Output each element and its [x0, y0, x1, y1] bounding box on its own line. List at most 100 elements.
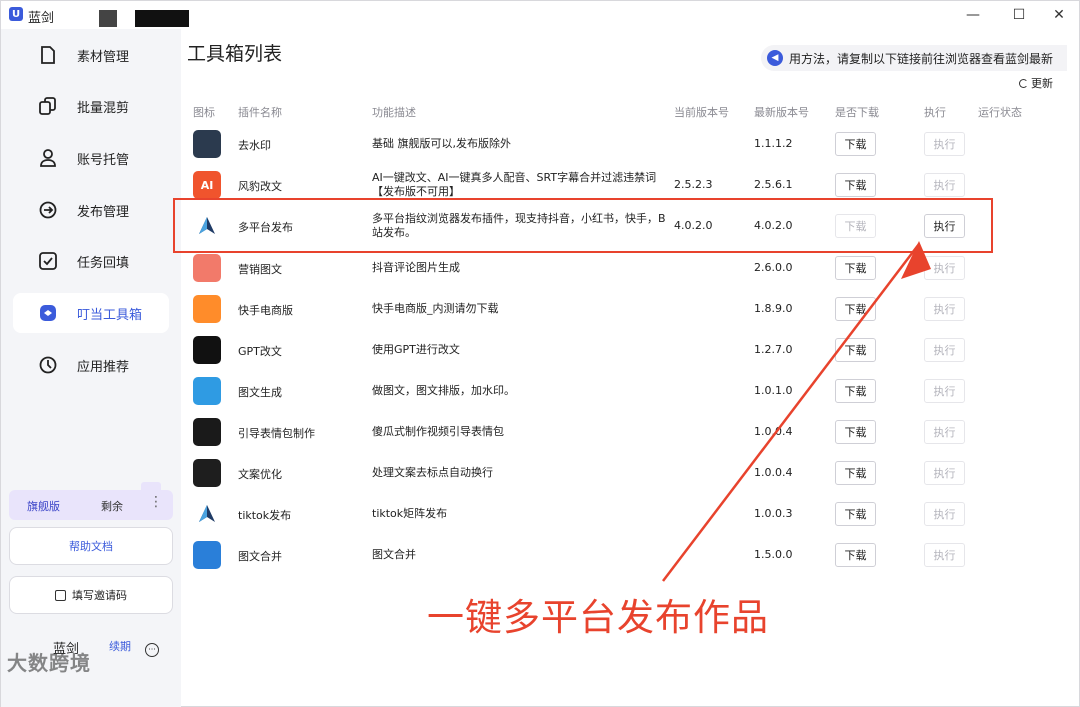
- download-button[interactable]: 下载: [835, 461, 876, 485]
- run-button[interactable]: 执行: [924, 543, 965, 567]
- user-more-button[interactable]: ···: [145, 643, 159, 657]
- sidebar-item-app-recommend[interactable]: 应用推荐: [13, 345, 169, 385]
- sidebar-item-label: 批量混剪: [77, 100, 130, 116]
- sidebar-item-label: 账号托管: [77, 152, 130, 168]
- plugin-name: 图文生成: [238, 386, 282, 399]
- download-button[interactable]: 下载: [835, 256, 876, 280]
- current-version: 2.5.2.3: [674, 178, 713, 191]
- column-header: 当前版本号: [674, 106, 729, 119]
- run-button[interactable]: 执行: [924, 461, 965, 485]
- download-button[interactable]: 下载: [835, 173, 876, 197]
- invite-code-button[interactable]: 填写邀请码: [9, 576, 173, 614]
- file-icon: [39, 46, 57, 64]
- table-row: 图文合并 图文合并 1.5.0.0 下载 执行: [187, 535, 1067, 576]
- sidebar-item-material[interactable]: 素材管理: [13, 35, 169, 75]
- refresh-button[interactable]: 更新: [1019, 75, 1053, 91]
- run-button[interactable]: 执行: [924, 420, 965, 444]
- maximize-button[interactable]: ☐: [1007, 5, 1031, 25]
- plan-bar: 旗舰版 剩余 ⋮: [9, 482, 173, 520]
- latest-version: 1.2.7.0: [754, 343, 793, 356]
- download-button[interactable]: 下载: [835, 543, 876, 567]
- table-row: 图文生成 做图文，图文排版，加水印。 1.0.1.0 下载 执行: [187, 371, 1067, 412]
- sidebar-item-label: 应用推荐: [77, 359, 130, 375]
- notice-banner: ◀ 用方法，请复制以下链接前往浏览器查看蓝剑最新: [761, 45, 1067, 71]
- sidebar-item-label: 叮当工具箱: [77, 307, 143, 323]
- latest-version: 2.6.0.0: [754, 261, 793, 274]
- plugin-description: 快手电商版_内测请勿下载: [372, 302, 499, 315]
- plugin-name: 图文合并: [238, 550, 282, 563]
- latest-version: 1.1.1.2: [754, 137, 793, 150]
- kuaishou-icon: [193, 295, 221, 323]
- download-button[interactable]: 下载: [835, 502, 876, 526]
- publish-icon: [39, 201, 57, 219]
- watermark-remove-icon: [193, 130, 221, 158]
- column-header: 最新版本号: [754, 106, 809, 119]
- download-button[interactable]: 下载: [835, 338, 876, 362]
- sidebar-item-task-backfill[interactable]: 任务回填: [13, 241, 169, 281]
- latest-version: 1.0.0.3: [754, 507, 793, 520]
- download-button[interactable]: 下载: [835, 379, 876, 403]
- plan-more-button[interactable]: ⋮: [149, 494, 163, 510]
- column-header: 是否下载: [835, 106, 879, 119]
- run-button[interactable]: 执行: [924, 379, 965, 403]
- column-header: 执行: [924, 106, 946, 119]
- sidebar-item-toolbox[interactable]: 叮当工具箱: [13, 293, 169, 333]
- ai-icon: AI: [193, 171, 221, 199]
- sidebar-item-accounts[interactable]: 账号托管: [13, 138, 169, 178]
- run-button[interactable]: 执行: [924, 132, 965, 156]
- table-row: 去水印 基础 旗舰版可以,发布版除外 1.1.1.2 下载 执行: [187, 124, 1067, 165]
- download-button[interactable]: 下载: [835, 132, 876, 156]
- watermark: 大数跨境: [7, 651, 91, 675]
- plugin-description: 使用GPT进行改文: [372, 343, 460, 356]
- sidebar-item-label: 任务回填: [77, 255, 130, 271]
- run-button[interactable]: 执行: [924, 173, 965, 197]
- latest-version: 2.5.6.1: [754, 178, 793, 191]
- page-title: 工具箱列表: [187, 43, 283, 65]
- annotation-text: 一键多平台发布作品: [427, 596, 769, 639]
- plugin-name: 引导表情包制作: [238, 427, 315, 440]
- refresh-icon: [1019, 78, 1028, 88]
- title-bar: U 蓝剑 — ☐ ✕: [1, 1, 1080, 29]
- plugin-description: 处理文案去标点自动换行: [372, 466, 493, 479]
- latest-version: 1.0.1.0: [754, 384, 793, 397]
- download-button[interactable]: 下载: [835, 420, 876, 444]
- download-button[interactable]: 下载: [835, 297, 876, 321]
- plugin-name: 去水印: [238, 139, 271, 152]
- send-icon: [193, 500, 221, 528]
- column-header: 运行状态: [978, 106, 1022, 119]
- run-button[interactable]: 执行: [924, 338, 965, 362]
- renew-link[interactable]: 续期: [109, 638, 131, 654]
- redacted-block: [135, 10, 189, 27]
- latest-version: 1.0.0.4: [754, 425, 793, 438]
- table-row: 营销图文 抖音评论图片生成 2.6.0.0 下载 执行: [187, 248, 1067, 289]
- run-button[interactable]: 执行: [924, 297, 965, 321]
- plan-bar-tab: [141, 482, 161, 492]
- table-row: 引导表情包制作 傻瓜式制作视频引导表情包 1.0.0.4 下载 执行: [187, 412, 1067, 453]
- compass-icon: [39, 356, 57, 374]
- help-docs-button[interactable]: 帮助文档: [9, 527, 173, 565]
- plugin-description: 抖音评论图片生成: [372, 261, 460, 274]
- emoji-icon: [193, 418, 221, 446]
- latest-version: 1.5.0.0: [754, 548, 793, 561]
- plan-name: 旗舰版: [27, 500, 60, 513]
- marketing-icon: [193, 254, 221, 282]
- gpt-icon: [193, 336, 221, 364]
- sidebar-item-publish[interactable]: 发布管理: [13, 190, 169, 230]
- highlight-box: [173, 198, 993, 253]
- plugin-description: 图文合并: [372, 548, 416, 561]
- image-icon: [193, 377, 221, 405]
- plugin-description: 做图文，图文排版，加水印。: [372, 384, 515, 397]
- table-row: tiktok发布 tiktok矩阵发布 1.0.0.3 下载 执行: [187, 494, 1067, 535]
- invite-code-label: 填写邀请码: [72, 589, 127, 602]
- app-logo-icon: U: [9, 7, 23, 21]
- run-button[interactable]: 执行: [924, 502, 965, 526]
- help-docs-label: 帮助文档: [69, 540, 113, 553]
- app-title: 蓝剑: [28, 11, 55, 26]
- column-header: 插件名称: [238, 106, 282, 119]
- run-button[interactable]: 执行: [924, 256, 965, 280]
- toolbox-icon: [39, 304, 57, 322]
- close-button[interactable]: ✕: [1047, 5, 1071, 25]
- plugin-name: tiktok发布: [238, 509, 292, 522]
- sidebar-item-batch-edit[interactable]: 批量混剪: [13, 86, 169, 126]
- minimize-button[interactable]: —: [961, 5, 985, 25]
